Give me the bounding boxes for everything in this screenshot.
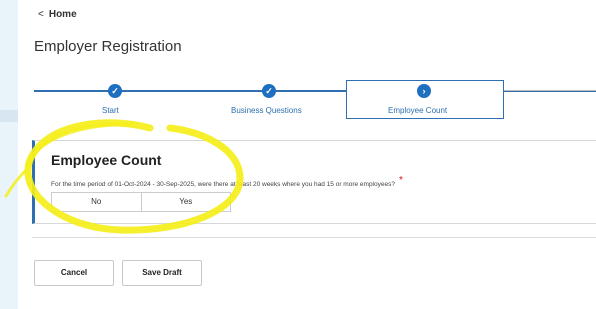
question-text: For the time period of 01-Oct-2024 - 30-…: [51, 175, 403, 189]
chevron-left-icon: <: [38, 9, 44, 20]
section-title: Employee Count: [51, 152, 162, 168]
stepper-track-remaining: [503, 90, 596, 91]
required-marker: *: [398, 175, 403, 186]
cancel-button[interactable]: Cancel: [34, 260, 114, 286]
step-3-current-icon[interactable]: ›: [417, 84, 431, 98]
back-link[interactable]: < Home: [38, 9, 77, 20]
question-label: For the time period of 01-Oct-2024 - 30-…: [51, 181, 395, 188]
step-label-employee-count[interactable]: Employee Count: [388, 106, 447, 115]
step-label-business-questions[interactable]: Business Questions: [231, 106, 302, 115]
yes-no-toggle: No Yes: [51, 192, 231, 212]
step-label-start[interactable]: Start: [102, 106, 119, 115]
registration-page: < Home Employer Registration ✓ ✓ › Start …: [18, 0, 596, 309]
back-label: Home: [48, 9, 77, 20]
divider: [32, 237, 596, 238]
step-2-check-icon[interactable]: ✓: [262, 84, 276, 98]
page-title: Employer Registration: [34, 38, 182, 55]
option-no-button[interactable]: No: [52, 193, 141, 211]
background-strip: [0, 110, 18, 122]
option-yes-button[interactable]: Yes: [140, 193, 231, 211]
step-1-check-icon[interactable]: ✓: [108, 84, 122, 98]
employee-count-section: Employee Count For the time period of 01…: [32, 140, 596, 224]
save-draft-button[interactable]: Save Draft: [122, 260, 202, 286]
